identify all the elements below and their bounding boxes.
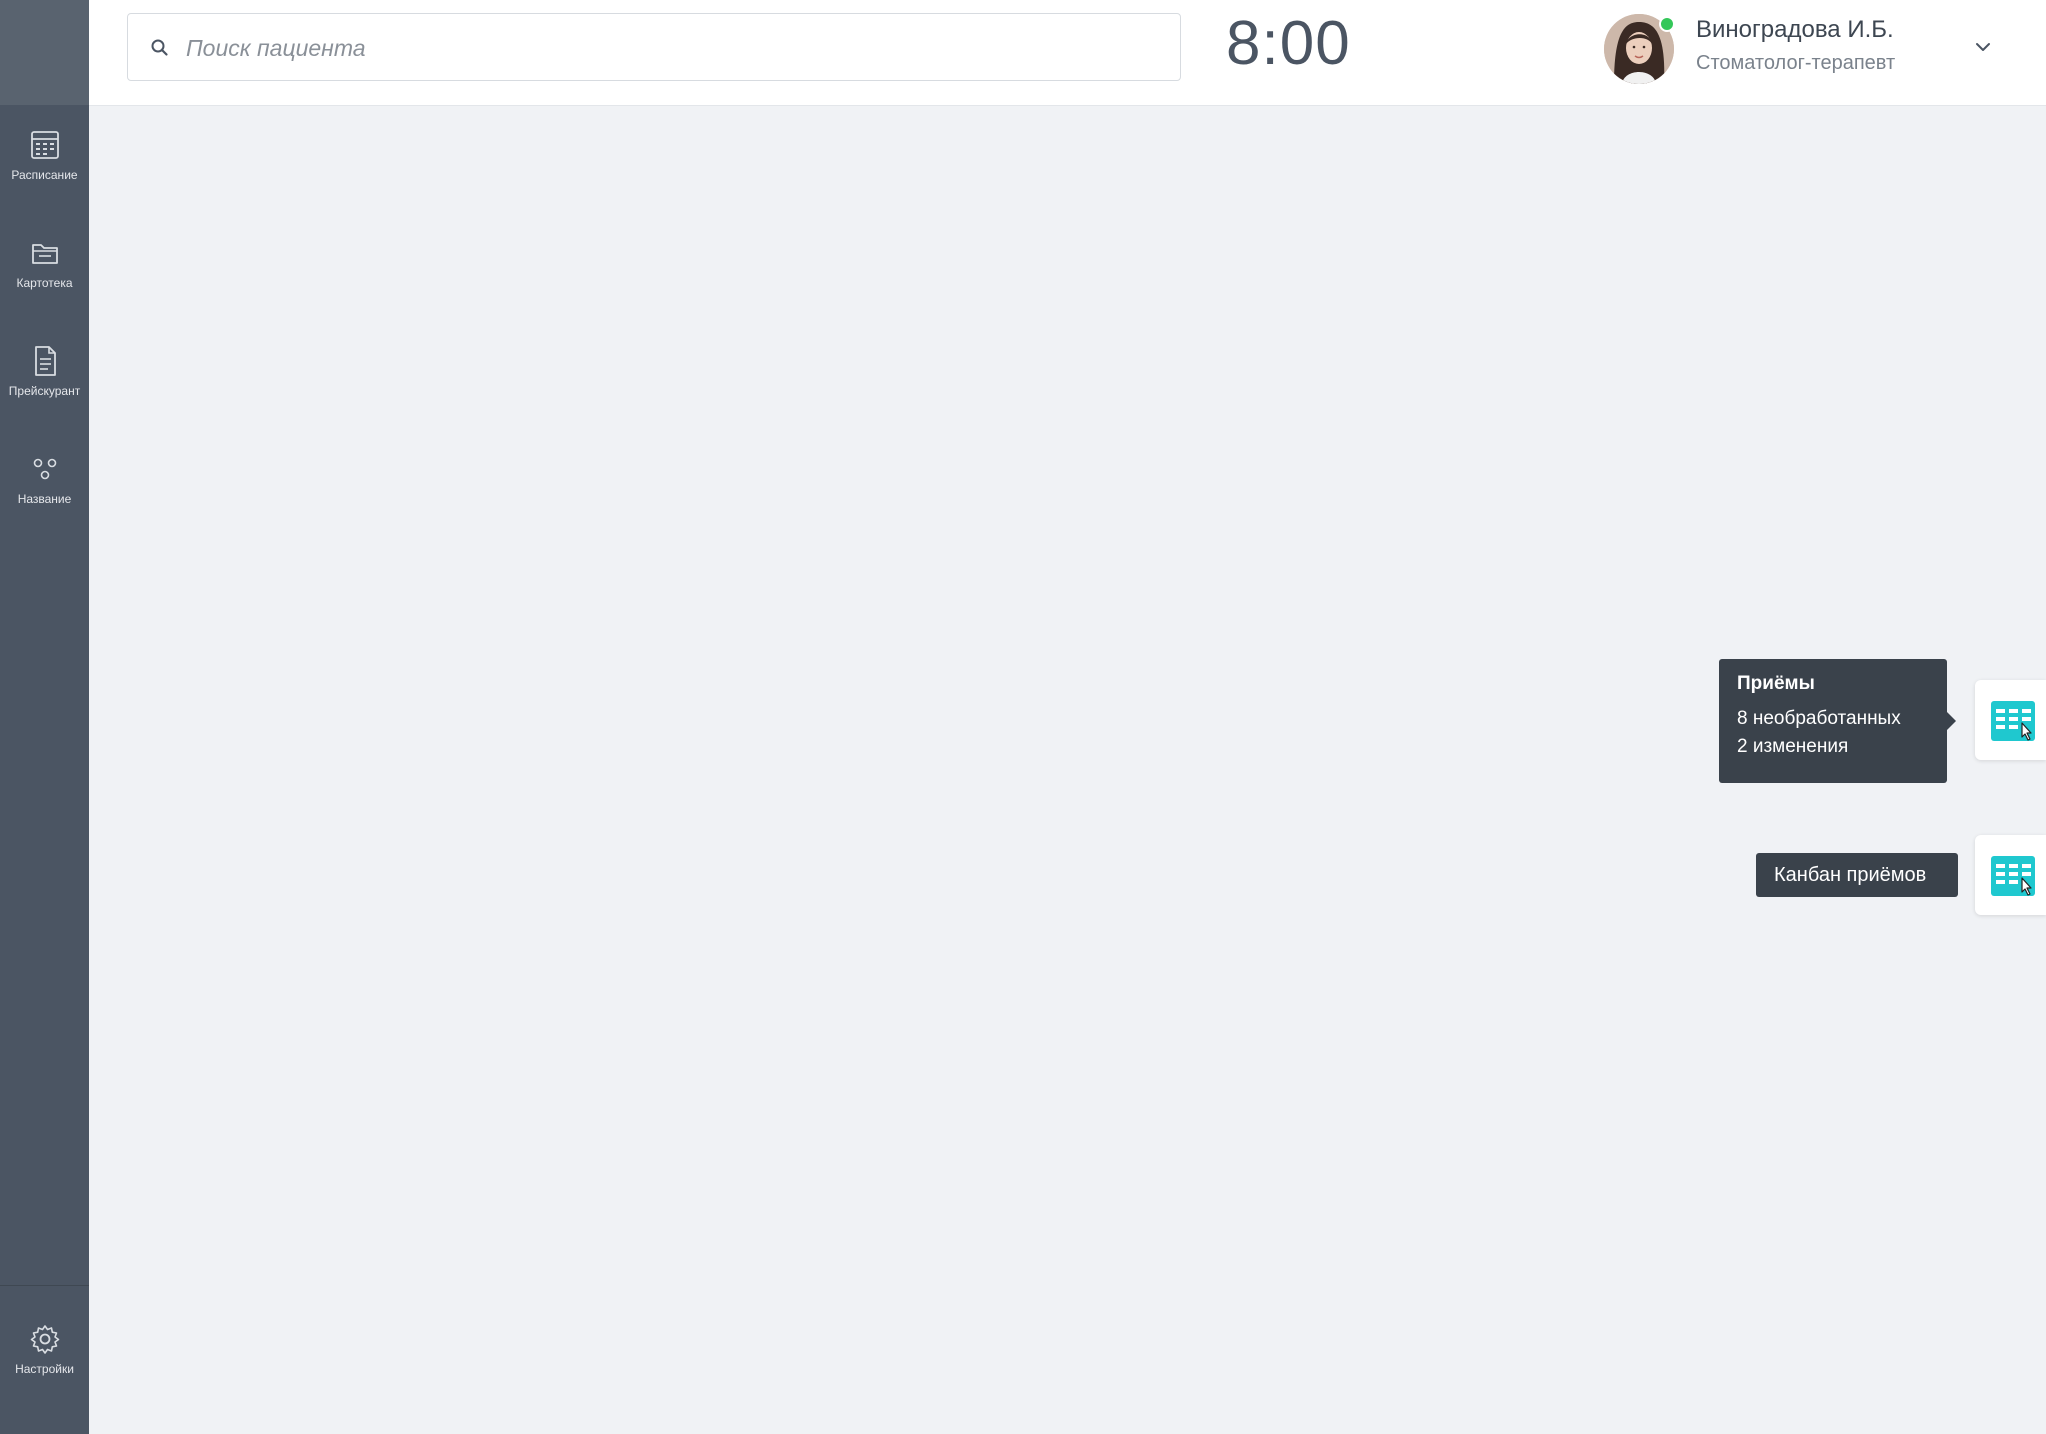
tooltip-unprocessed: 8 необработанных bbox=[1737, 708, 1901, 729]
tooltip-title: Приёмы bbox=[1737, 673, 1815, 694]
dots-icon bbox=[33, 458, 56, 480]
sidebar-item-records[interactable]: Картотека bbox=[0, 236, 89, 316]
sidebar-item-label: Название bbox=[17, 492, 72, 506]
user-menu[interactable]: Виноградова И.Б. Стоматолог-терапевт bbox=[1604, 12, 2004, 86]
patient-search[interactable] bbox=[127, 13, 1181, 82]
user-name: Виноградова И.Б. bbox=[1696, 16, 1894, 43]
search-input[interactable] bbox=[184, 14, 1148, 82]
kanban-grid-icon bbox=[1991, 856, 2035, 896]
current-time: 8:00 bbox=[1226, 9, 1351, 78]
sidebar-logo-area bbox=[0, 0, 89, 105]
appointments-grid-icon bbox=[1991, 701, 2035, 741]
calendar-icon bbox=[30, 131, 59, 159]
chevron-down-icon[interactable] bbox=[1972, 36, 1994, 58]
sidebar-item-label: Картотека bbox=[16, 276, 73, 290]
online-status-indicator bbox=[1659, 16, 1675, 32]
appointments-button[interactable] bbox=[1975, 680, 2046, 760]
search-icon bbox=[151, 39, 168, 56]
kanban-button[interactable] bbox=[1975, 835, 2046, 915]
header: 8:00 Виноградова И.Б. Стоматолог-терапев… bbox=[89, 0, 2046, 106]
sidebar-item-label: Прейскурант bbox=[8, 384, 81, 398]
sidebar: Расписание Картотека Прейскурант Названи… bbox=[0, 0, 89, 1434]
sidebar-item-name[interactable]: Название bbox=[0, 452, 89, 532]
sidebar-item-label: Настройки bbox=[15, 1362, 74, 1376]
sidebar-item-label: Расписание bbox=[11, 168, 78, 182]
sidebar-item-pricelist[interactable]: Прейскурант bbox=[0, 344, 89, 424]
kanban-tooltip: Канбан приёмов bbox=[1756, 853, 1958, 897]
gear-icon bbox=[30, 1325, 59, 1354]
sidebar-item-schedule[interactable]: Расписание bbox=[0, 128, 89, 208]
sidebar-divider bbox=[0, 1285, 89, 1286]
user-role: Стоматолог-терапевт bbox=[1696, 52, 1896, 74]
folder-icon bbox=[31, 244, 58, 264]
appointments-tooltip: Приёмы 8 необработанных 2 изменения bbox=[1719, 659, 1956, 783]
document-icon bbox=[34, 346, 56, 376]
tooltip-changes: 2 изменения bbox=[1737, 736, 1849, 757]
sidebar-item-settings[interactable]: Настройки bbox=[0, 1322, 89, 1402]
